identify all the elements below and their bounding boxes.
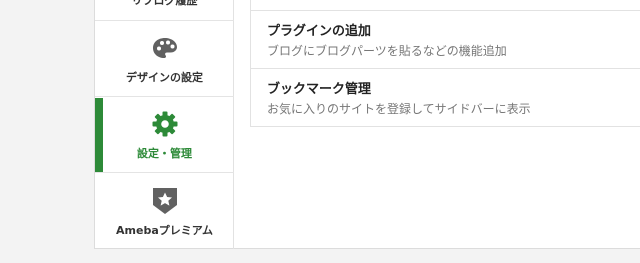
sidebar-item-label: デザインの設定	[126, 71, 203, 84]
sidebar-item-label: リブログ履歴	[131, 0, 198, 7]
premium-star-badge-icon	[150, 186, 180, 216]
active-indicator	[95, 98, 103, 172]
row-title: ブックマーク管理	[267, 82, 372, 97]
settings-menu-list: プラグインの追加 ブログにブログパーツを貼るなどの機能追加 ブックマーク管理 お…	[250, 0, 640, 127]
sidebar-item-premium[interactable]: Amebaプレミアム	[95, 174, 234, 249]
row-description: ブログにブログパーツを貼るなどの機能追加	[267, 44, 507, 58]
sidebar-item-settings[interactable]: 設定・管理	[95, 98, 234, 173]
gear-icon	[150, 109, 180, 139]
palette-icon	[150, 33, 180, 63]
sidebar: リブログ履歴 デザインの設定 設定・管理 Amebaプレミアム	[95, 0, 234, 249]
settings-panel: リブログ履歴 デザインの設定 設定・管理 Amebaプレミアム プラグインの追加…	[94, 0, 640, 249]
row-description: お気に入りのサイトを登録してサイドバーに表示	[267, 102, 531, 116]
menu-row-add-plugin[interactable]: プラグインの追加 ブログにブログパーツを貼るなどの機能追加	[251, 11, 640, 68]
menu-row-bookmark-management[interactable]: ブックマーク管理 お気に入りのサイトを登録してサイドバーに表示	[251, 69, 640, 126]
row-title: プラグインの追加	[267, 24, 372, 39]
sidebar-item-design[interactable]: デザインの設定	[95, 22, 234, 97]
sidebar-item-label: Amebaプレミアム	[116, 223, 213, 237]
sidebar-item-label: 設定・管理	[137, 147, 192, 160]
sidebar-item-reblog-history[interactable]: リブログ履歴	[95, 0, 234, 21]
